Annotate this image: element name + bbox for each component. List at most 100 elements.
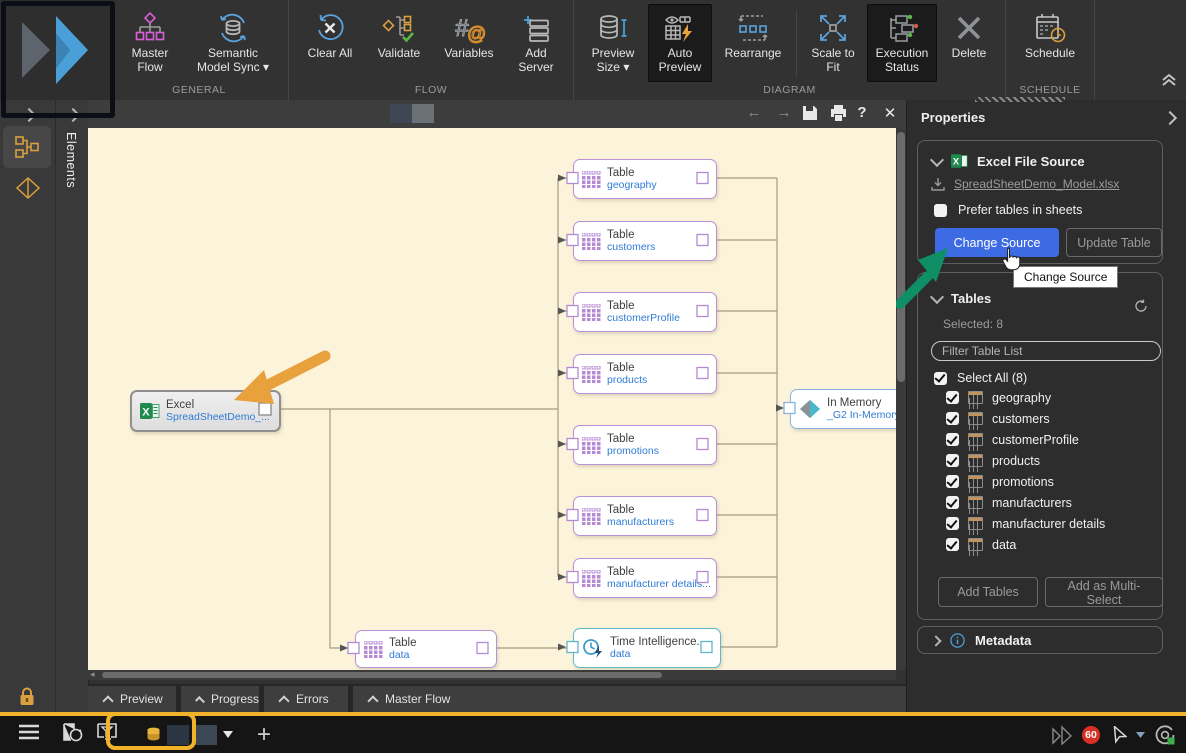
app-pyramid-icon — [1052, 724, 1073, 745]
redo-icon[interactable]: → — [774, 104, 794, 121]
add-tables-button[interactable]: Add Tables — [938, 577, 1038, 607]
metadata-card[interactable]: Metadata — [917, 626, 1163, 654]
rearrange-button[interactable]: Rearrange — [716, 4, 790, 82]
tab-label: Preview — [120, 692, 163, 706]
snapshot-button[interactable] — [60, 721, 84, 748]
tab-preview[interactable]: Preview — [88, 686, 176, 712]
node-excel-source[interactable]: X Excel SpreadSheetDemo_... — [130, 390, 281, 432]
preview-size-button[interactable]: Preview Size ▾ — [582, 4, 644, 82]
table-checkbox[interactable] — [946, 433, 959, 446]
variables-button[interactable]: # @ Variables — [435, 4, 503, 82]
node-in-memory[interactable]: In Memory _G2 In-Memory — [790, 389, 896, 429]
prefer-tables-checkbox[interactable] — [934, 203, 947, 217]
collapse-panel-chevron-icon[interactable] — [1162, 110, 1178, 126]
ribbon: Master Flow Semantic Model Sync ▾ GENERA — [0, 0, 1186, 101]
clear-all-button[interactable]: Clear All — [297, 4, 363, 82]
prefer-tables-label: Prefer tables in sheets — [958, 203, 1083, 217]
scrollbar-thumb[interactable] — [102, 672, 662, 678]
table-list-item[interactable]: promotions — [918, 471, 1162, 492]
canvas-horizontal-scrollbar[interactable]: ◂ — [88, 669, 896, 680]
close-canvas-icon[interactable]: ✕ — [880, 104, 900, 122]
table-checkbox[interactable] — [946, 412, 959, 425]
add-database-button[interactable]: + — [257, 722, 271, 746]
help-icon[interactable]: ? — [852, 104, 872, 121]
collapse-section-chevron-icon[interactable] — [929, 152, 945, 167]
preview-size-label: Preview Size ▾ — [591, 46, 635, 74]
update-table-button[interactable]: Update Table — [1066, 228, 1162, 257]
table-list-item[interactable]: customers — [918, 408, 1162, 429]
redacted-database-name — [195, 724, 217, 745]
table-list-item[interactable]: data — [918, 534, 1162, 555]
node-table-promotions[interactable]: Table promotions — [573, 425, 717, 465]
table-checkbox[interactable] — [946, 454, 959, 467]
table-list-item[interactable]: geography — [918, 387, 1162, 408]
panel-splitter-grip[interactable] — [975, 97, 1065, 102]
table-name: customers — [992, 411, 1050, 426]
flow-canvas[interactable]: X Excel SpreadSheetDemo_... Table geogra… — [88, 128, 896, 670]
node-time-intelligence[interactable]: Time Intelligence... data — [573, 628, 721, 668]
node-table-data[interactable]: Table data — [355, 630, 497, 668]
rearrange-icon — [736, 9, 770, 47]
filter-table-input[interactable] — [931, 341, 1161, 361]
collapse-section-chevron-icon[interactable] — [929, 289, 945, 304]
connection-status-icon[interactable] — [1154, 724, 1176, 746]
rail-tab-flow-elements[interactable] — [3, 126, 51, 168]
tab-master-flow[interactable]: Master Flow — [353, 686, 906, 712]
change-source-button[interactable]: Change Source — [935, 228, 1059, 257]
table-checkbox[interactable] — [946, 391, 959, 404]
table-checkbox[interactable] — [946, 538, 959, 551]
execution-status-button[interactable]: Execution Status — [867, 4, 937, 82]
source-file-link[interactable]: SpreadSheetDemo_Model.xlsx — [954, 177, 1119, 191]
save-icon[interactable] — [800, 105, 820, 125]
table-list-item[interactable]: manufacturer details — [918, 513, 1162, 534]
lock-button[interactable] — [16, 686, 38, 713]
node-table-customers[interactable]: Table customers — [573, 221, 717, 261]
validate-button[interactable]: Validate — [367, 4, 431, 82]
pointer-icon[interactable] — [1109, 725, 1127, 744]
table-checkbox[interactable] — [946, 475, 959, 488]
tab-progress[interactable]: Progress — [181, 686, 259, 712]
table-checkbox[interactable] — [946, 496, 959, 509]
menu-button[interactable] — [18, 724, 40, 745]
table-list-item[interactable]: manufacturers — [918, 492, 1162, 513]
canvas-vertical-scrollbar[interactable] — [896, 128, 906, 670]
add-as-multi-select-button[interactable]: Add as Multi-Select — [1045, 577, 1163, 607]
master-flow-button[interactable]: Master Flow — [118, 4, 182, 82]
scroll-left-arrow-icon[interactable]: ◂ — [90, 669, 95, 680]
node-table-geography[interactable]: Table geography — [573, 159, 717, 199]
table-icon — [968, 517, 983, 530]
small-caret-icon[interactable] — [1136, 731, 1145, 738]
table-list-item[interactable]: customerProfile — [918, 429, 1162, 450]
select-all-checkbox[interactable] — [934, 371, 947, 385]
schedule-button[interactable]: Schedule — [1014, 4, 1086, 82]
auto-preview-button[interactable]: Auto Preview — [648, 4, 712, 82]
ribbon-group-label-flow: FLOW — [414, 84, 448, 96]
elements-rail-label[interactable]: Elements — [64, 132, 78, 188]
print-icon[interactable] — [828, 105, 848, 125]
add-server-button[interactable]: Add Server — [507, 4, 565, 82]
table-name: manufacturer details — [992, 516, 1106, 531]
node-table-customerprofile[interactable]: Table customerProfile — [573, 292, 717, 332]
semantic-model-sync-button[interactable]: Semantic Model Sync ▾ — [186, 4, 280, 82]
node-table-products[interactable]: Table products — [573, 354, 717, 394]
undo-icon[interactable]: ← — [744, 104, 764, 121]
node-table-manufacturer-details[interactable]: Table manufacturer details... — [573, 558, 717, 598]
rail-tab-model[interactable] — [15, 176, 41, 205]
scale-to-fit-button[interactable]: Scale to Fit — [803, 4, 863, 82]
expand-section-chevron-icon[interactable] — [930, 634, 942, 647]
table-icon — [968, 496, 983, 509]
node-table-manufacturers[interactable]: Table manufacturers — [573, 496, 717, 536]
table-grid-icon — [582, 232, 601, 250]
tab-errors[interactable]: Errors — [264, 686, 348, 712]
table-name: customerProfile — [992, 432, 1079, 447]
table-checkbox[interactable] — [946, 517, 959, 530]
table-grid-icon — [582, 365, 601, 383]
refresh-icon[interactable] — [1134, 299, 1148, 313]
table-list-item[interactable]: products — [918, 450, 1162, 471]
table-name: promotions — [992, 474, 1054, 489]
delete-button[interactable]: Delete — [941, 4, 997, 82]
notification-badge[interactable]: 60 — [1082, 725, 1100, 744]
scrollbar-thumb[interactable] — [897, 132, 905, 382]
collapse-ribbon-button[interactable] — [1160, 73, 1178, 92]
node-subtitle: customerProfile — [607, 312, 680, 324]
